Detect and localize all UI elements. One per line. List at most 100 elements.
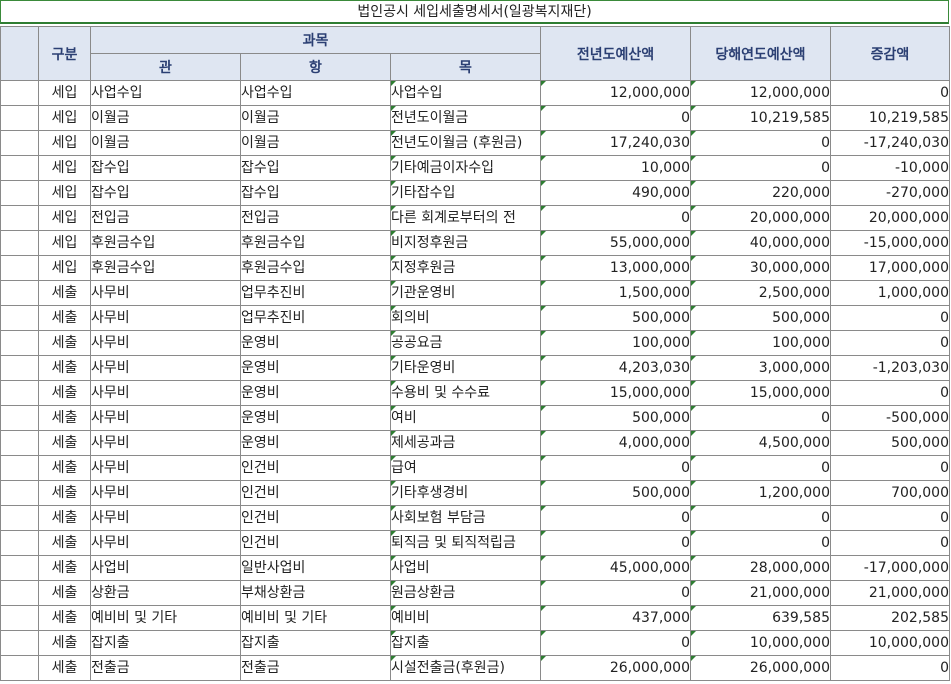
cell-gubun[interactable]: 세출 (38, 655, 91, 681)
cell-curr-budget[interactable]: 10,219,585 (690, 105, 831, 131)
cell-diff[interactable]: -17,000,000 (830, 555, 950, 581)
cell-prev-budget[interactable]: 55,000,000 (540, 230, 691, 256)
row-header-cell[interactable] (0, 480, 39, 506)
cell-mok[interactable]: 기타후생경비 (390, 480, 541, 506)
cell-gubun[interactable]: 세출 (38, 330, 91, 356)
cell-curr-budget[interactable]: 1,200,000 (690, 480, 831, 506)
row-header-cell[interactable] (0, 155, 39, 181)
cell-gwan[interactable]: 사무비 (90, 405, 241, 431)
cell-gubun[interactable]: 세입 (38, 180, 91, 206)
cell-gwan[interactable]: 사무비 (90, 455, 241, 481)
cell-gwan[interactable]: 사무비 (90, 480, 241, 506)
cell-hang[interactable]: 인건비 (240, 455, 391, 481)
cell-gubun[interactable]: 세출 (38, 530, 91, 556)
cell-gubun[interactable]: 세출 (38, 430, 91, 456)
cell-curr-budget[interactable]: 10,000,000 (690, 630, 831, 656)
cell-diff[interactable]: 0 (830, 505, 950, 531)
cell-curr-budget[interactable]: 4,500,000 (690, 430, 831, 456)
row-header-cell[interactable] (0, 430, 39, 456)
cell-hang[interactable]: 사업수입 (240, 80, 391, 106)
cell-mok[interactable]: 사업비 (390, 555, 541, 581)
cell-gwan[interactable]: 상환금 (90, 580, 241, 606)
row-header-cell[interactable] (0, 180, 39, 206)
header-hang[interactable]: 항 (240, 53, 391, 81)
cell-curr-budget[interactable]: 12,000,000 (690, 80, 831, 106)
cell-prev-budget[interactable]: 500,000 (540, 305, 691, 331)
cell-mok[interactable]: 기타잡수입 (390, 180, 541, 206)
cell-hang[interactable]: 잡지출 (240, 630, 391, 656)
cell-curr-budget[interactable]: 15,000,000 (690, 380, 831, 406)
cell-hang[interactable]: 인건비 (240, 530, 391, 556)
cell-gwan[interactable]: 사무비 (90, 530, 241, 556)
cell-hang[interactable]: 후원금수입 (240, 255, 391, 281)
cell-gwan[interactable]: 전입금 (90, 205, 241, 231)
cell-hang[interactable]: 잡수입 (240, 155, 391, 181)
cell-diff[interactable]: -500,000 (830, 405, 950, 431)
cell-prev-budget[interactable]: 0 (540, 530, 691, 556)
cell-diff[interactable]: 10,219,585 (830, 105, 950, 131)
cell-gwan[interactable]: 이월금 (90, 105, 241, 131)
cell-prev-budget[interactable]: 0 (540, 205, 691, 231)
cell-hang[interactable]: 전입금 (240, 205, 391, 231)
cell-gubun[interactable]: 세입 (38, 130, 91, 156)
cell-diff[interactable]: -270,000 (830, 180, 950, 206)
cell-hang[interactable]: 인건비 (240, 480, 391, 506)
cell-diff[interactable]: -10,000 (830, 155, 950, 181)
cell-gubun[interactable]: 세출 (38, 355, 91, 381)
cell-gwan[interactable]: 이월금 (90, 130, 241, 156)
cell-gwan[interactable]: 예비비 및 기타 (90, 605, 241, 631)
cell-gwan[interactable]: 사무비 (90, 355, 241, 381)
cell-mok[interactable]: 전년도이월금 (후원금) (390, 130, 541, 156)
cell-curr-budget[interactable]: 220,000 (690, 180, 831, 206)
cell-gwan[interactable]: 후원금수입 (90, 230, 241, 256)
cell-gwan[interactable]: 사무비 (90, 330, 241, 356)
cell-curr-budget[interactable]: 28,000,000 (690, 555, 831, 581)
cell-diff[interactable]: 0 (830, 530, 950, 556)
cell-prev-budget[interactable]: 0 (540, 455, 691, 481)
row-header-cell[interactable] (0, 505, 39, 531)
cell-mok[interactable]: 공공요금 (390, 330, 541, 356)
cell-curr-budget[interactable]: 3,000,000 (690, 355, 831, 381)
cell-gubun[interactable]: 세입 (38, 255, 91, 281)
cell-mok[interactable]: 비지정후원금 (390, 230, 541, 256)
cell-hang[interactable]: 운영비 (240, 430, 391, 456)
cell-mok[interactable]: 예비비 (390, 605, 541, 631)
cell-mok[interactable]: 시설전출금(후원금) (390, 655, 541, 681)
row-header-cell[interactable] (0, 355, 39, 381)
row-header-cell[interactable] (0, 80, 39, 106)
cell-mok[interactable]: 제세공과금 (390, 430, 541, 456)
header-prev-budget[interactable]: 전년도예산액 (540, 26, 691, 81)
cell-hang[interactable]: 운영비 (240, 330, 391, 356)
cell-diff[interactable]: 0 (830, 80, 950, 106)
cell-hang[interactable]: 업무추진비 (240, 280, 391, 306)
cell-mok[interactable]: 기타예금이자수입 (390, 155, 541, 181)
cell-mok[interactable]: 퇴직금 및 퇴직적립금 (390, 530, 541, 556)
cell-prev-budget[interactable]: 10,000 (540, 155, 691, 181)
header-gwan[interactable]: 관 (90, 53, 241, 81)
cell-hang[interactable]: 업무추진비 (240, 305, 391, 331)
cell-curr-budget[interactable]: 2,500,000 (690, 280, 831, 306)
cell-prev-budget[interactable]: 0 (540, 105, 691, 131)
cell-hang[interactable]: 운영비 (240, 380, 391, 406)
cell-curr-budget[interactable]: 639,585 (690, 605, 831, 631)
row-header-cell[interactable] (0, 255, 39, 281)
cell-diff[interactable]: 0 (830, 330, 950, 356)
row-header-cell[interactable] (0, 455, 39, 481)
cell-prev-budget[interactable]: 490,000 (540, 180, 691, 206)
cell-curr-budget[interactable]: 20,000,000 (690, 205, 831, 231)
header-gwamok[interactable]: 과목 (90, 26, 541, 54)
cell-diff[interactable]: -15,000,000 (830, 230, 950, 256)
cell-curr-budget[interactable]: 100,000 (690, 330, 831, 356)
cell-gwan[interactable]: 사무비 (90, 505, 241, 531)
cell-diff[interactable]: -17,240,030 (830, 130, 950, 156)
cell-gubun[interactable]: 세출 (38, 380, 91, 406)
sheet-title[interactable]: 법인공시 세입세출명세서(일광복지재단) (0, 0, 949, 24)
cell-prev-budget[interactable]: 17,240,030 (540, 130, 691, 156)
row-header-cell[interactable] (0, 580, 39, 606)
cell-gwan[interactable]: 사업비 (90, 555, 241, 581)
cell-mok[interactable]: 기관운영비 (390, 280, 541, 306)
cell-gubun[interactable]: 세출 (38, 555, 91, 581)
cell-gubun[interactable]: 세입 (38, 105, 91, 131)
cell-prev-budget[interactable]: 0 (540, 630, 691, 656)
cell-diff[interactable]: 202,585 (830, 605, 950, 631)
